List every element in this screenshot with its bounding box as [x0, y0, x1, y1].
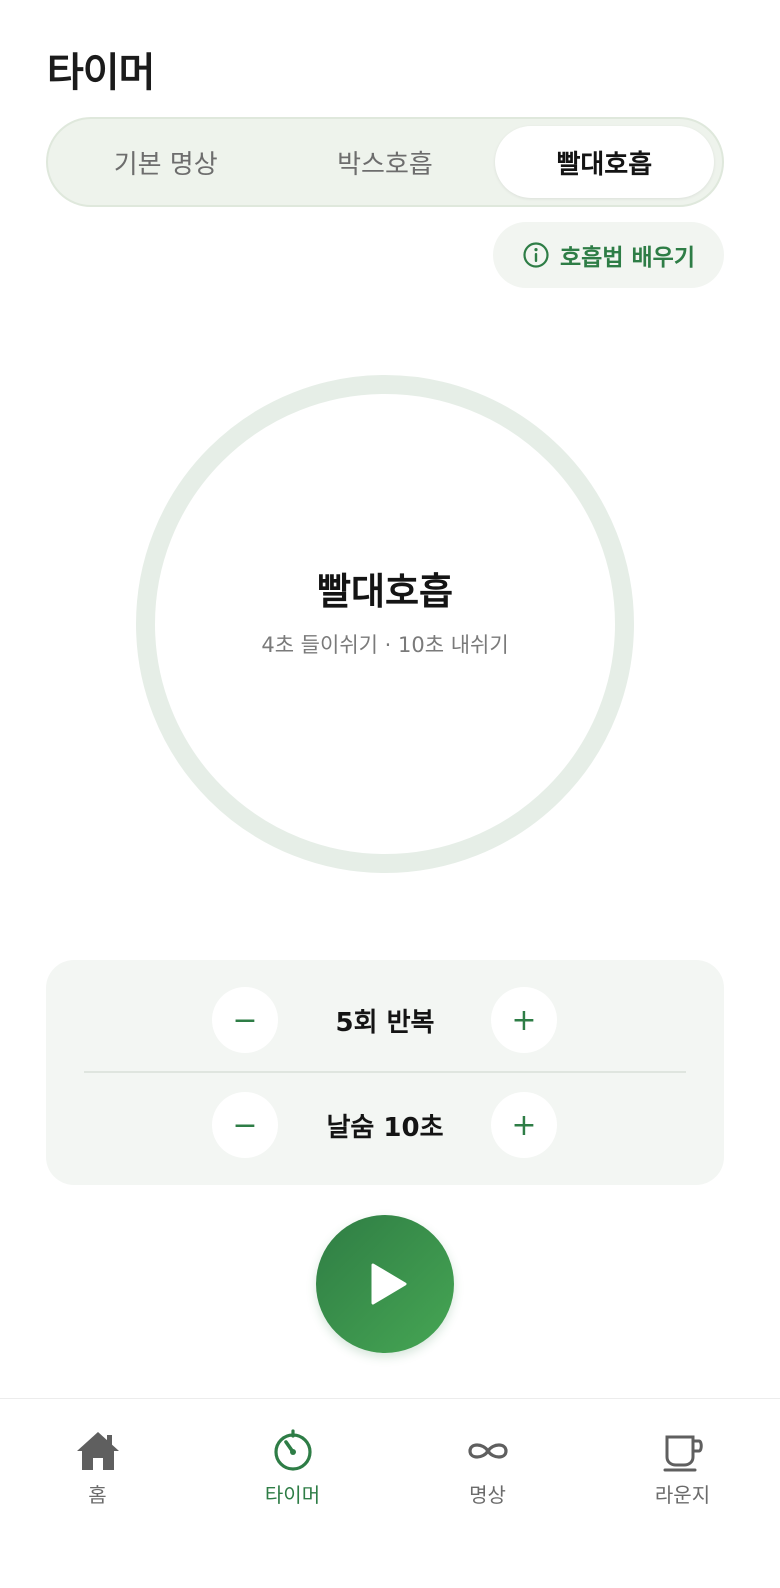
repeat-row: − 5회 반복 + — [46, 987, 724, 1053]
exhale-duration-label: 날숨 10초 — [326, 1112, 444, 1143]
nav-label-home: 홈 — [88, 1483, 107, 1507]
nav-item-home[interactable]: 홈 — [0, 1399, 195, 1588]
repeat-count-label: 5회 반복 — [335, 1007, 435, 1038]
panel-divider — [84, 1071, 686, 1073]
learn-breathing-label: 호흡법 배우기 — [560, 245, 695, 271]
exhale-decrease-button[interactable]: − — [212, 1092, 278, 1158]
tab-basic-meditation[interactable]: 기본 명상 — [56, 126, 275, 198]
mode-selector: 기본 명상 박스호흡 빨대호흡 — [46, 117, 724, 207]
nav-label-lounge: 라운지 — [654, 1483, 711, 1507]
nav-item-timer[interactable]: 타이머 — [195, 1399, 390, 1588]
nav-item-meditation[interactable]: 명상 — [390, 1399, 585, 1588]
repeat-increase-button[interactable]: + — [491, 987, 557, 1053]
learn-breathing-button[interactable]: 호흡법 배우기 — [493, 222, 724, 288]
nav-label-timer: 타이머 — [264, 1483, 321, 1507]
home-icon — [76, 1432, 119, 1470]
repeat-decrease-button[interactable]: − — [212, 987, 278, 1053]
play-button[interactable] — [316, 1215, 454, 1353]
exhale-increase-button[interactable]: + — [491, 1092, 557, 1158]
play-icon — [371, 1263, 407, 1305]
infinity-icon — [467, 1443, 508, 1459]
tab-straw-breathing[interactable]: 빨대호흡 — [494, 126, 714, 198]
tab-box-breathing[interactable]: 박스호흡 — [275, 126, 494, 198]
cup-icon — [663, 1435, 703, 1472]
breath-circle: 빨대호흡 4초 들이쉬기 · 10초 내쉬기 — [136, 375, 634, 873]
exhale-row: − 날숨 10초 + — [46, 1092, 724, 1158]
timer-icon — [273, 1429, 312, 1471]
breath-title: 빨대호흡 — [316, 570, 454, 613]
breath-subtitle: 4초 들이쉬기 · 10초 내쉬기 — [261, 633, 509, 657]
nav-label-meditation: 명상 — [469, 1483, 506, 1507]
info-icon — [523, 242, 549, 268]
page-title: 타이머 — [47, 50, 155, 96]
bottom-nav: 홈 타이머 명상 라운지 — [0, 1398, 780, 1588]
nav-item-lounge[interactable]: 라운지 — [585, 1399, 780, 1588]
settings-panel: − 5회 반복 + − 날숨 10초 + — [46, 960, 724, 1185]
